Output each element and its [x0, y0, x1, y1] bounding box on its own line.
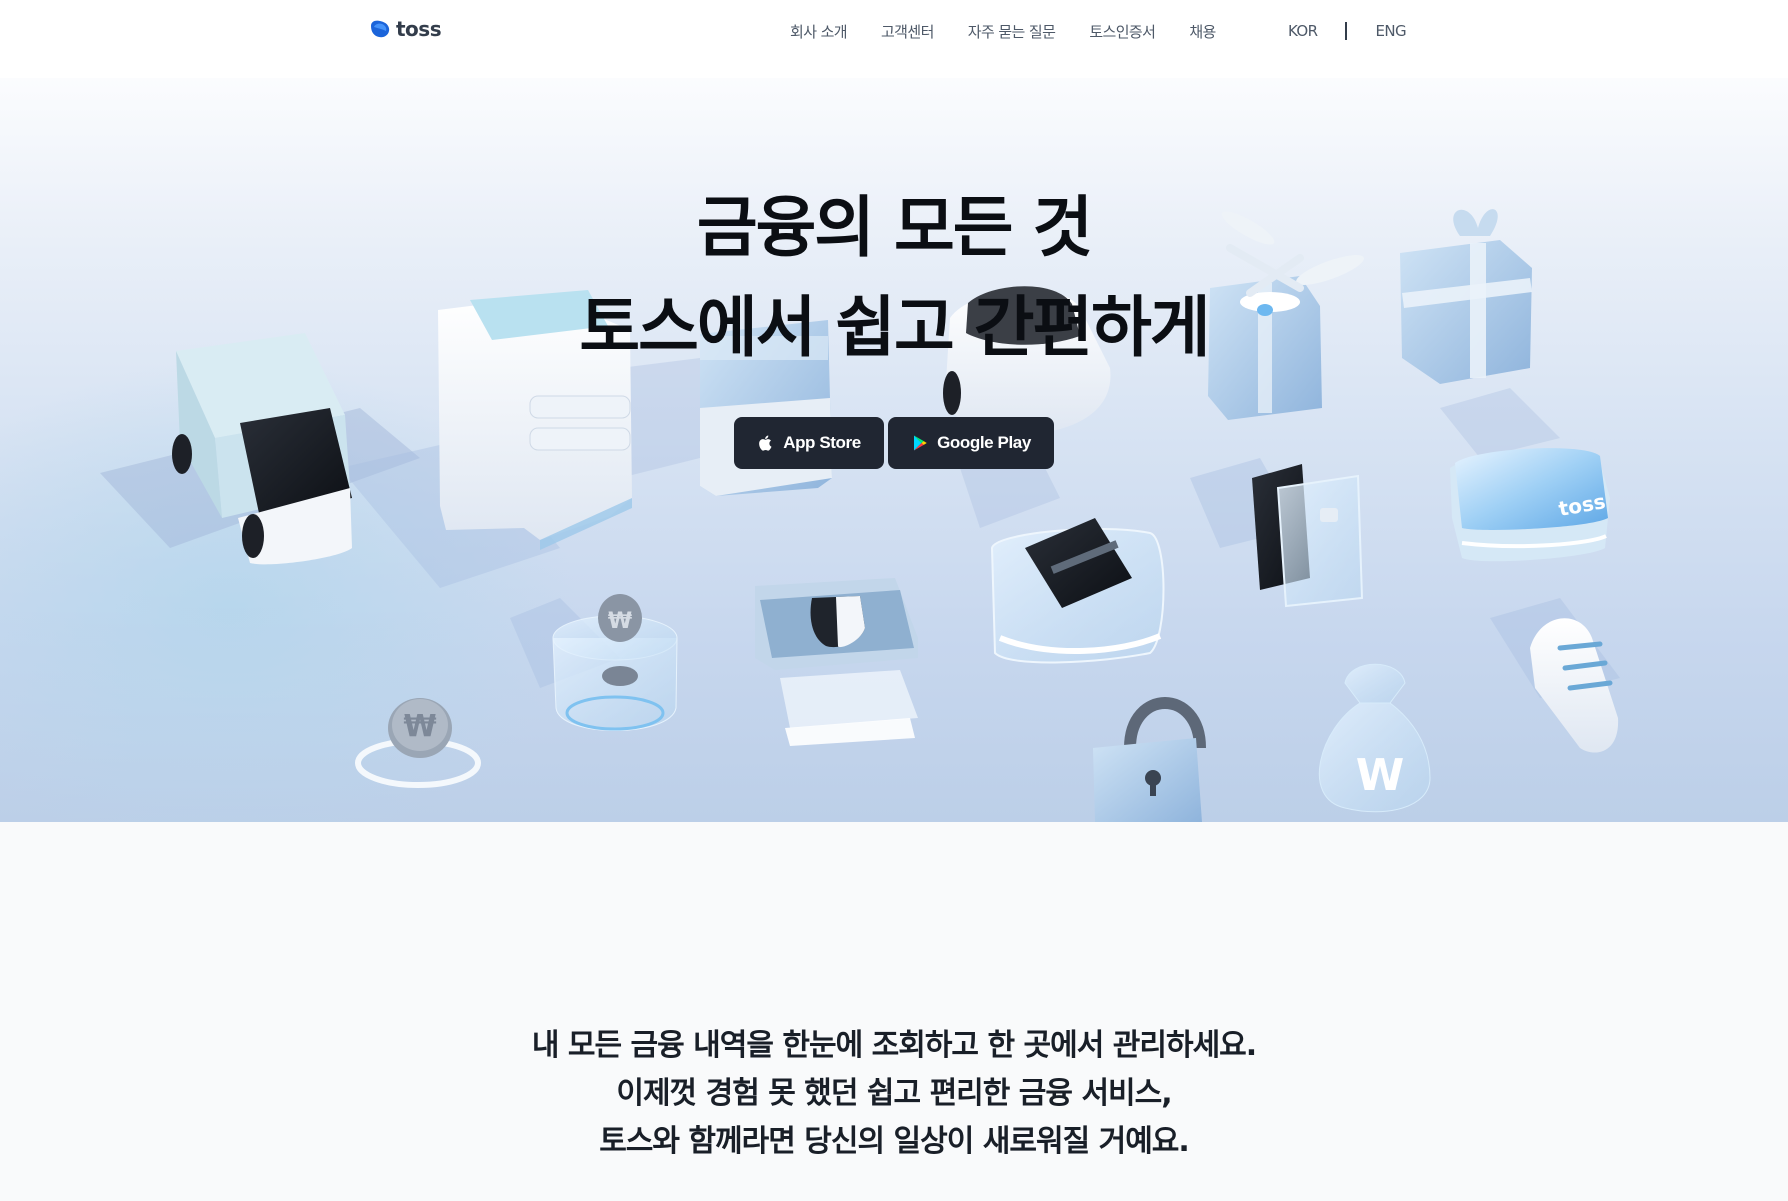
- app-store-label: App Store: [783, 433, 861, 452]
- lang-divider: [1345, 22, 1348, 40]
- site-header: toss 회사 소개 고객센터 자주 묻는 질문 토스인증서 채용 KOR EN…: [0, 0, 1788, 78]
- main-nav: 회사 소개 고객센터 자주 묻는 질문 토스인증서 채용: [790, 18, 1250, 44]
- intro-line2: 이제껏 경험 못 했던 쉽고 편리한 금융 서비스,: [616, 1076, 1172, 1111]
- intro-text: 내 모든 금융 내역을 한눈에 조회하고 한 곳에서 관리하세요. 이제껏 경험…: [0, 1022, 1788, 1166]
- nav-support[interactable]: 고객센터: [881, 21, 934, 42]
- hero-title-line1: 금융의 모든 것: [696, 189, 1093, 266]
- store-buttons: App Store Google Play: [734, 417, 1054, 469]
- apple-icon: [759, 435, 772, 451]
- nav-company[interactable]: 회사 소개: [790, 21, 848, 42]
- logo-text: toss: [396, 17, 442, 41]
- app-store-button[interactable]: App Store: [734, 417, 884, 469]
- svg-text:₩: ₩: [403, 709, 436, 744]
- nav-certificate[interactable]: 토스인증서: [1089, 21, 1156, 42]
- lang-eng[interactable]: ENG: [1375, 22, 1406, 40]
- toss-logo[interactable]: toss: [368, 14, 442, 44]
- nav-careers[interactable]: 채용: [1189, 21, 1216, 42]
- intro-section: 내 모든 금융 내역을 한눈에 조회하고 한 곳에서 관리하세요. 이제껏 경험…: [0, 822, 1788, 1201]
- nav-faq[interactable]: 자주 묻는 질문: [968, 21, 1056, 42]
- language-switcher: KOR ENG: [1288, 18, 1407, 44]
- hero-title-line2: 토스에서 쉽고 간편하게: [579, 289, 1210, 366]
- google-play-button[interactable]: Google Play: [888, 417, 1054, 469]
- svg-text:W: W: [1356, 750, 1405, 801]
- intro-line1: 내 모든 금융 내역을 한눈에 조회하고 한 곳에서 관리하세요.: [531, 1028, 1257, 1063]
- intro-line3: 토스와 함께라면 당신의 일상이 새로워질 거예요.: [599, 1124, 1190, 1159]
- svg-text:₩: ₩: [608, 609, 632, 634]
- lang-kor[interactable]: KOR: [1288, 22, 1318, 40]
- google-play-label: Google Play: [937, 433, 1031, 452]
- google-play-icon: [914, 435, 927, 451]
- toss-logo-icon: [371, 20, 390, 38]
- hero-title: 금융의 모든 것 토스에서 쉽고 간편하게: [0, 178, 1788, 378]
- hero-section: ₩ ₩ toss W 금융의 모든 것 토스에서 쉽고 간편하게 App Sto…: [0, 78, 1788, 822]
